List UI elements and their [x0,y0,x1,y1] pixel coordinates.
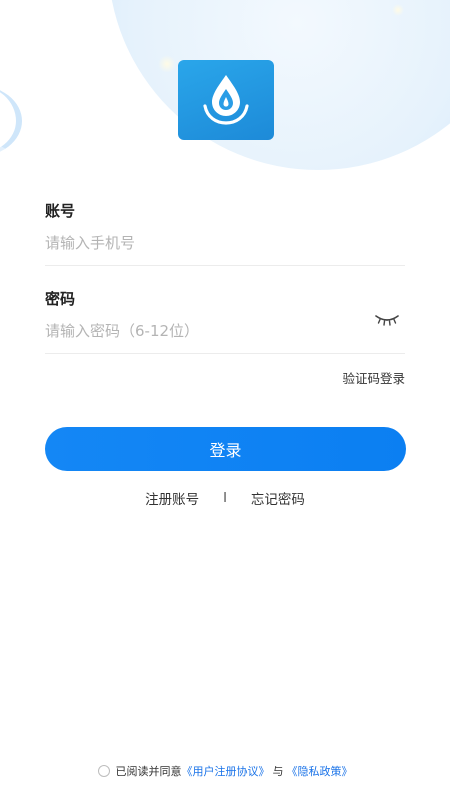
password-input[interactable] [45,319,363,343]
privacy-policy-link[interactable]: 《隐私政策》 [287,763,353,779]
agreement-row: 已阅读并同意 《用户注册协议》 与 《隐私政策》 [0,763,450,779]
password-label: 密码 [45,290,76,308]
agreement-conjunction: 与 [272,765,284,778]
background-decoration-circle [108,0,450,170]
agreement-checkbox[interactable] [97,765,110,777]
app-logo [178,60,274,140]
background-decoration-arc [0,85,22,157]
account-links: 注册账号 I 忘记密码 [0,488,450,509]
login-button[interactable]: 登录 [45,427,406,471]
phone-input[interactable] [45,231,365,255]
register-link[interactable]: 注册账号 [145,488,199,508]
forgot-password-link[interactable]: 忘记密码 [251,488,305,508]
account-label: 账号 [45,202,76,220]
user-agreement-link[interactable]: 《用户注册协议》 [182,763,270,779]
agreement-prefix: 已阅读并同意 [115,765,182,778]
login-screen: 账号 密码 验证码登录 登录 注册账号 I 忘记密码 已阅读并同意 《用户注册协… [0,0,450,800]
link-separator: I [223,490,227,506]
water-drop-icon [203,75,249,125]
background-sparkle [158,55,176,73]
account-divider [45,265,405,266]
sms-code-login-link[interactable]: 验证码登录 [342,368,405,387]
background-sparkle [392,4,404,16]
password-divider [45,353,405,354]
eye-closed-icon[interactable] [374,312,400,328]
